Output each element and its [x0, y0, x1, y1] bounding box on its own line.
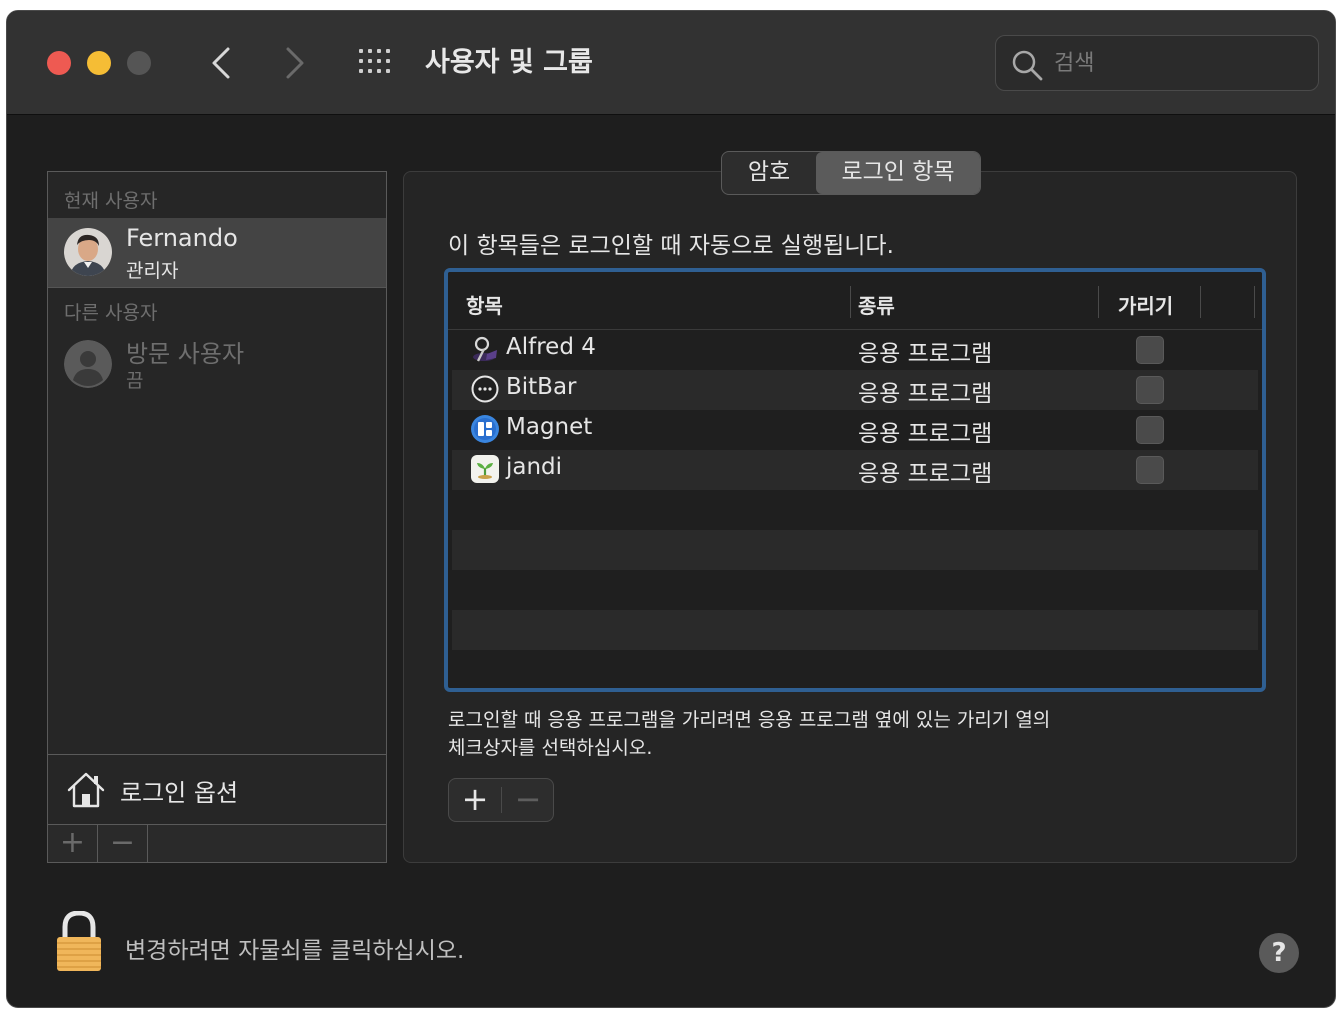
minimize-button[interactable] — [87, 51, 111, 75]
empty-row — [452, 530, 1258, 570]
table-row[interactable]: jandi 응용 프로그램 — [452, 450, 1258, 490]
chevron-left-icon — [212, 47, 230, 79]
empty-row — [452, 490, 1258, 530]
empty-row — [452, 610, 1258, 650]
sidebar-button-bar: + − — [48, 824, 386, 863]
lock-message: 변경하려면 자물쇠를 클릭하십시오. — [125, 938, 465, 964]
table-header: 항목 종류 가리기 — [448, 272, 1262, 330]
item-name: Magnet — [506, 414, 593, 440]
remove-login-item-button[interactable]: − — [503, 779, 553, 821]
help-button[interactable]: ? — [1259, 933, 1299, 973]
table-row[interactable]: Alfred 4 응용 프로그램 — [452, 330, 1258, 370]
item-kind: 응용 프로그램 — [858, 461, 993, 487]
user-avatar — [64, 228, 112, 276]
zoom-button[interactable] — [127, 51, 151, 75]
column-divider — [1254, 286, 1255, 318]
add-login-item-button[interactable]: + — [449, 779, 501, 821]
table-row[interactable]: Magnet 응용 프로그램 — [452, 410, 1258, 450]
search-input[interactable] — [1054, 46, 1304, 80]
users-sidebar: 현재 사용자 Fernando 관리자 다른 사용자 방문 사용자 끔 로그인 … — [47, 171, 387, 863]
search-field[interactable] — [995, 35, 1319, 91]
guest-name: 방문 사용자 — [126, 340, 245, 368]
lock-icon[interactable] — [55, 911, 103, 973]
alfred-icon — [473, 336, 497, 362]
add-remove-control: + − — [448, 778, 554, 822]
system-preferences-window: 사용자 및 그룹 현재 사용자 Fernando 관리자 — [6, 10, 1336, 1008]
hide-checkbox[interactable] — [1136, 376, 1164, 404]
column-divider[interactable] — [1098, 286, 1099, 318]
empty-row — [452, 650, 1258, 688]
column-header-hide[interactable]: 가리기 — [1118, 290, 1173, 319]
item-name: jandi — [506, 454, 563, 480]
item-kind: 응용 프로그램 — [858, 381, 993, 407]
empty-row — [452, 570, 1258, 610]
titlebar: 사용자 및 그룹 — [7, 11, 1335, 115]
guest-avatar — [64, 340, 112, 388]
guest-status: 끔 — [126, 370, 144, 392]
segmented-tabs: 암호 로그인 항목 — [721, 151, 981, 195]
user-row-fernando[interactable]: Fernando 관리자 — [48, 218, 386, 288]
remove-user-button[interactable]: − — [98, 825, 148, 863]
jandi-icon — [471, 455, 499, 483]
magnet-icon — [471, 415, 499, 443]
login-items-table[interactable]: 항목 종류 가리기 Alfred 4 응용 프로그램 BitBar 응용 프로그… — [444, 268, 1266, 692]
column-divider[interactable] — [1200, 286, 1201, 318]
divider — [501, 787, 502, 813]
column-header-item[interactable]: 항목 — [466, 290, 503, 319]
login-options-label: 로그인 옵션 — [120, 779, 239, 807]
hide-hint-line-2: 체크상자를 선택하십시오. — [448, 737, 653, 759]
item-name: BitBar — [506, 374, 577, 400]
hide-checkbox[interactable] — [1136, 456, 1164, 484]
column-header-kind[interactable]: 종류 — [858, 290, 895, 319]
forward-button[interactable] — [277, 41, 313, 85]
chevron-right-icon — [286, 47, 304, 79]
login-items-description: 이 항목들은 로그인할 때 자동으로 실행됩니다. — [448, 233, 894, 259]
house-icon — [67, 772, 105, 808]
bitbar-icon — [471, 375, 499, 403]
hide-checkbox[interactable] — [1136, 336, 1164, 364]
user-name: Fernando — [126, 224, 238, 252]
login-options-button[interactable]: 로그인 옵션 — [48, 754, 386, 824]
table-row[interactable]: BitBar 응용 프로그램 — [452, 370, 1258, 410]
add-user-button[interactable]: + — [48, 825, 98, 863]
hide-hint-text: 로그인할 때 응용 프로그램을 가리려면 응용 프로그램 옆에 있는 가리기 열… — [448, 706, 1148, 762]
close-button[interactable] — [47, 51, 71, 75]
login-items-panel: 이 항목들은 로그인할 때 자동으로 실행됩니다. 항목 종류 가리기 Alfr… — [403, 171, 1297, 863]
hide-hint-line-1: 로그인할 때 응용 프로그램을 가리려면 응용 프로그램 옆에 있는 가리기 열… — [448, 709, 1051, 731]
search-icon — [1012, 50, 1043, 81]
hide-checkbox[interactable] — [1136, 416, 1164, 444]
item-kind: 응용 프로그램 — [858, 341, 993, 367]
column-divider[interactable] — [850, 286, 851, 318]
user-role: 관리자 — [126, 260, 179, 282]
other-users-label: 다른 사용자 — [64, 302, 158, 324]
item-kind: 응용 프로그램 — [858, 421, 993, 447]
tab-login-items[interactable]: 로그인 항목 — [816, 152, 980, 194]
show-all-grid-button[interactable] — [357, 47, 397, 79]
current-users-label: 현재 사용자 — [64, 190, 158, 212]
window-title: 사용자 및 그룹 — [425, 47, 593, 78]
user-row-guest[interactable]: 방문 사용자 끔 — [48, 330, 386, 400]
tab-password[interactable]: 암호 — [722, 152, 816, 194]
item-name: Alfred 4 — [506, 334, 596, 360]
back-button[interactable] — [203, 41, 239, 85]
